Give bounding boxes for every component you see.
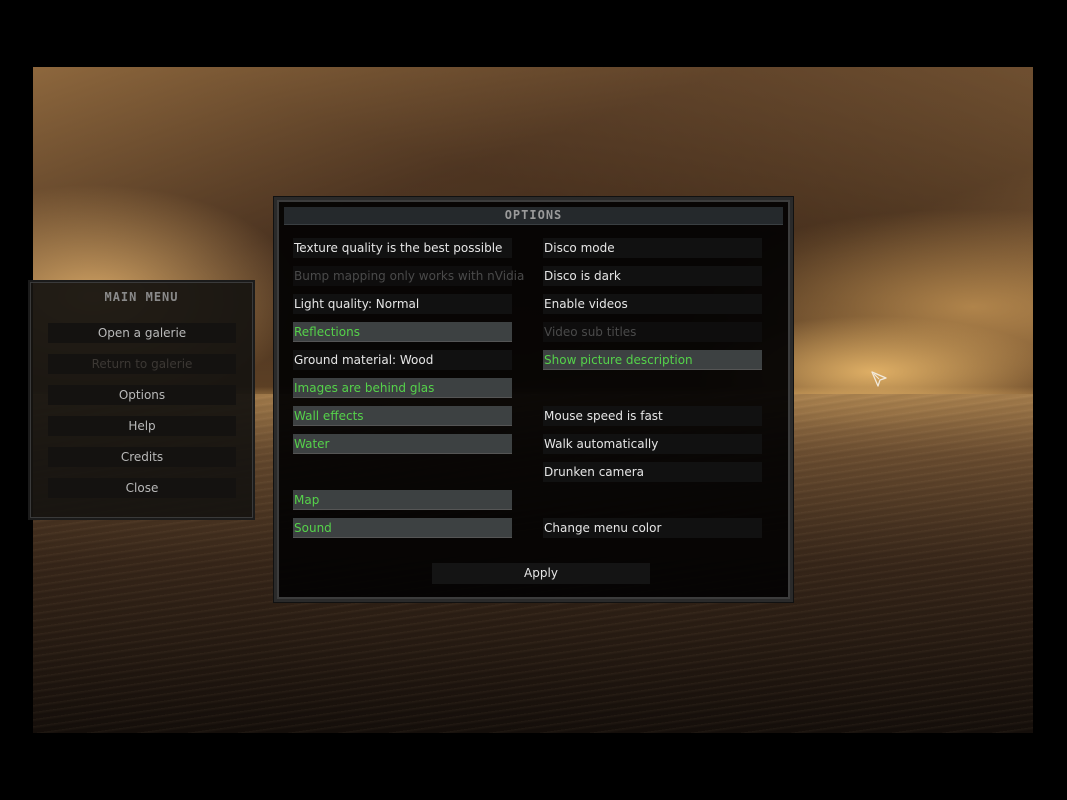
option-wall-effects[interactable]: Wall effects bbox=[293, 406, 512, 426]
apply-button[interactable]: Apply bbox=[432, 563, 650, 584]
option-show-picture-description[interactable]: Show picture description bbox=[543, 350, 762, 370]
option-light-quality-normal[interactable]: Light quality: Normal bbox=[293, 294, 512, 314]
main-menu-panel: MAIN MENU Open a galerie Return to galeri… bbox=[28, 280, 255, 520]
option-enable-videos[interactable]: Enable videos bbox=[543, 294, 762, 314]
option-video-sub-titles: Video sub titles bbox=[543, 322, 762, 342]
option-texture-quality-is-the-best-possible[interactable]: Texture quality is the best possible bbox=[293, 238, 512, 258]
main-menu-item-open-a-galerie[interactable]: Open a galerie bbox=[48, 323, 236, 343]
main-menu-title: MAIN MENU bbox=[104, 290, 179, 304]
main-menu-item-credits[interactable]: Credits bbox=[48, 447, 236, 467]
option-mouse-speed-is-fast[interactable]: Mouse speed is fast bbox=[543, 406, 762, 426]
arrow-cursor-icon bbox=[871, 371, 887, 387]
option-ground-material-wood[interactable]: Ground material: Wood bbox=[293, 350, 512, 370]
main-menu-item-close[interactable]: Close bbox=[48, 478, 236, 498]
option-bump-mapping-only-works-with-nvidia: Bump mapping only works with nVidia bbox=[293, 266, 524, 286]
options-panel: OPTIONS Texture quality is the best poss… bbox=[274, 197, 793, 602]
option-sound[interactable]: Sound bbox=[293, 518, 512, 538]
option-change-menu-color[interactable]: Change menu color bbox=[543, 518, 762, 538]
option-reflections[interactable]: Reflections bbox=[293, 322, 512, 342]
option-images-are-behind-glas[interactable]: Images are behind glas bbox=[293, 378, 512, 398]
main-menu-item-options[interactable]: Options bbox=[48, 385, 236, 405]
option-drunken-camera[interactable]: Drunken camera bbox=[543, 462, 762, 482]
option-walk-automatically[interactable]: Walk automatically bbox=[543, 434, 762, 454]
option-water[interactable]: Water bbox=[293, 434, 512, 454]
option-disco-is-dark[interactable]: Disco is dark bbox=[543, 266, 762, 286]
options-title-bar: OPTIONS bbox=[284, 207, 783, 225]
main-menu-item-return-to-galerie: Return to galerie bbox=[48, 354, 236, 374]
option-map[interactable]: Map bbox=[293, 490, 512, 510]
option-disco-mode[interactable]: Disco mode bbox=[543, 238, 762, 258]
main-menu-item-help[interactable]: Help bbox=[48, 416, 236, 436]
options-title: OPTIONS bbox=[504, 208, 563, 222]
